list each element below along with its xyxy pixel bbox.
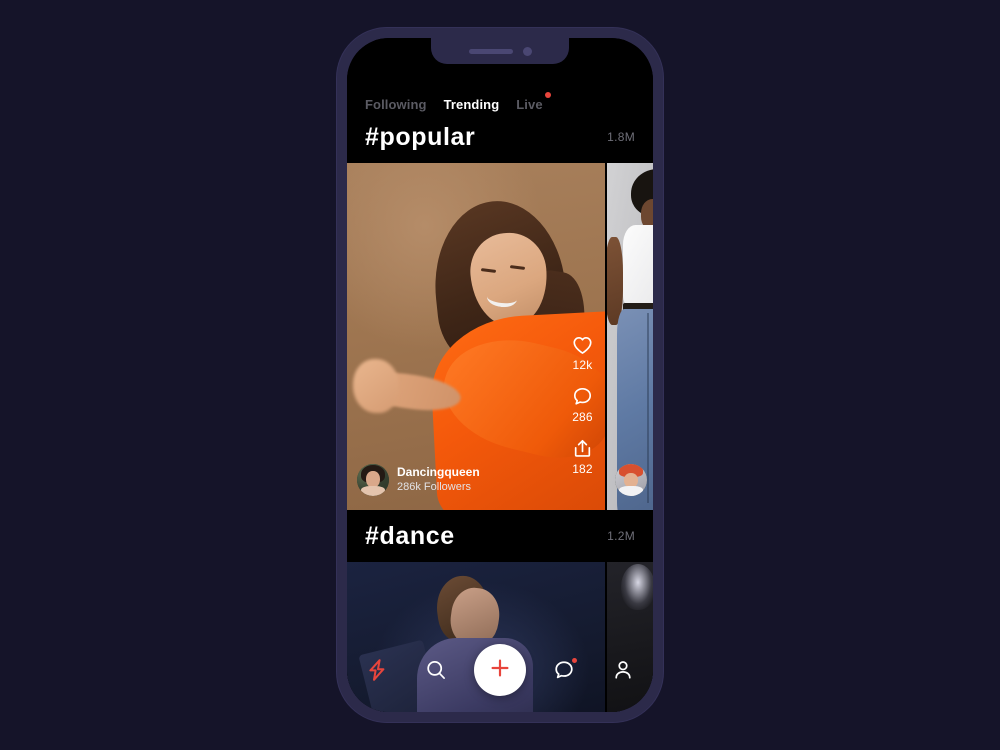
share-count: 182 — [572, 462, 593, 476]
tab-following-label: Following — [365, 97, 427, 112]
hashtag-header-popular[interactable]: #popular 1.8M — [347, 111, 653, 163]
search-icon — [425, 659, 447, 681]
video-carousel-popular[interactable]: 12k 286 182 Dancingqueen 286k Followers — [347, 163, 653, 510]
share-action[interactable]: 182 — [572, 438, 593, 476]
bottom-navigation-bar — [347, 634, 653, 712]
video-thumbnail-dancer — [347, 163, 605, 510]
avatar[interactable] — [357, 464, 389, 496]
lightning-icon — [366, 658, 388, 682]
tab-following[interactable]: Following — [365, 96, 427, 111]
video-user-info-peek[interactable]: Le 188 — [615, 464, 653, 496]
heart-icon — [572, 335, 593, 355]
user-name: Dancingqueen — [397, 465, 480, 480]
user-text-block: Dancingqueen 286k Followers — [397, 465, 480, 494]
tab-trending[interactable]: Trending — [444, 96, 500, 111]
phone-screen: Following Trending Live #popular 1.8M 12… — [347, 38, 653, 712]
message-icon — [553, 659, 575, 681]
phone-frame: Following Trending Live #popular 1.8M 12… — [337, 28, 663, 722]
tab-live-label: Live — [516, 97, 543, 112]
message-badge-dot — [571, 658, 577, 663]
live-badge-dot — [544, 92, 551, 98]
video-card-dancingqueen[interactable]: 12k 286 182 Dancingqueen 286k Followers — [347, 163, 605, 510]
like-count: 12k — [572, 358, 593, 372]
nav-button-create[interactable] — [473, 644, 526, 696]
share-icon — [572, 438, 593, 459]
video-action-rail: 12k 286 182 — [572, 335, 593, 476]
nav-button-feed[interactable] — [355, 648, 399, 692]
hashtag-count-popular: 1.8M — [607, 130, 635, 144]
app-screen: Following Trending Live #popular 1.8M 12… — [347, 38, 653, 712]
front-camera-icon — [522, 46, 532, 56]
video-thumbnail-tanktop-jeans — [607, 163, 653, 510]
like-action[interactable]: 12k — [572, 335, 593, 372]
tab-trending-label: Trending — [443, 97, 500, 112]
user-followers: 286k Followers — [397, 481, 471, 494]
hashtag-count-dance: 1.2M — [607, 529, 635, 543]
hashtag-title-popular: #popular — [365, 122, 476, 151]
nav-button-messages[interactable] — [542, 648, 586, 692]
nav-button-search[interactable] — [414, 648, 458, 692]
tab-live[interactable]: Live — [516, 92, 551, 112]
avatar[interactable] — [615, 464, 647, 496]
hashtag-title-dance: #dance — [365, 521, 455, 550]
hashtag-header-dance[interactable]: #dance 1.2M — [347, 510, 653, 562]
phone-notch — [431, 38, 569, 64]
comment-count: 286 — [572, 410, 593, 424]
comment-action[interactable]: 286 — [572, 386, 593, 424]
comment-icon — [572, 386, 593, 407]
nav-button-profile[interactable] — [601, 648, 645, 692]
video-user-info[interactable]: Dancingqueen 286k Followers — [357, 464, 480, 496]
profile-icon — [612, 659, 634, 681]
speaker-slot-icon — [468, 48, 513, 54]
video-card-le[interactable]: Le 188 — [605, 163, 653, 510]
plus-icon — [488, 656, 512, 685]
